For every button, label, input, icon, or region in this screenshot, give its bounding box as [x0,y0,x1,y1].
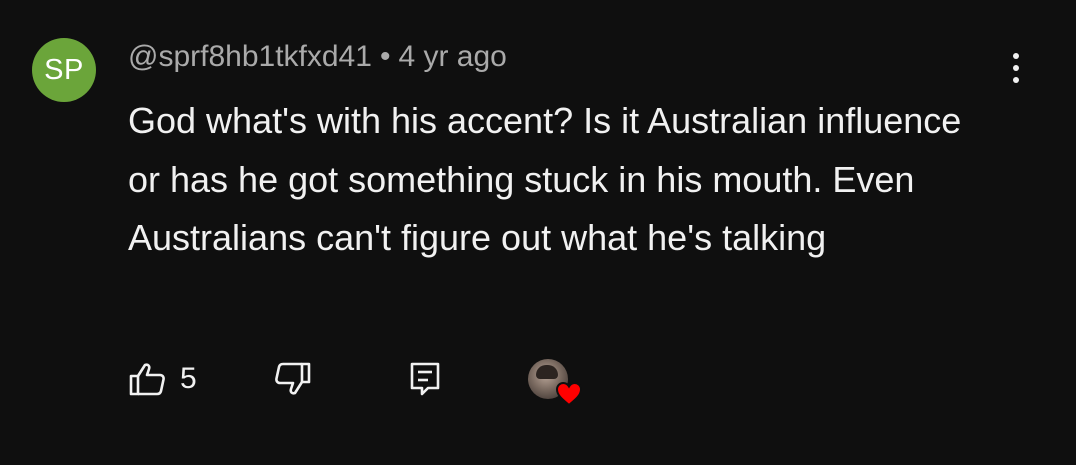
thumbs-up-icon [129,363,165,396]
more-vertical-icon-dot [1013,65,1019,71]
creator-heart-icon [555,381,583,407]
comment-text: God what's with his accent? Is it Austra… [128,100,962,258]
thumbs-down-icon [275,362,311,395]
author-avatar[interactable]: SP [32,38,96,102]
comment-thread: SP @sprf8hb1tkfxd41 • 4 yr ago God what's … [0,0,1076,465]
reply-button[interactable] [408,355,442,403]
author-handle[interactable]: @sprf8hb1tkfxd41 [128,40,372,73]
more-vertical-icon-dot [1013,53,1019,59]
creator-heart [528,355,583,407]
creator-avatar [528,359,583,407]
like-count: 5 [180,362,197,395]
more-actions-button[interactable] [1000,48,1032,88]
reply-icon [410,362,440,396]
comment-time[interactable]: 4 yr ago [398,40,506,73]
like-button[interactable]: 5 [128,355,197,403]
dislike-button[interactable] [274,355,312,403]
avatar-initials: SP [44,53,84,86]
more-vertical-icon-dot [1013,77,1019,83]
header-separator: • [379,40,391,73]
comment-header: @sprf8hb1tkfxd41 • 4 yr ago [128,40,507,74]
